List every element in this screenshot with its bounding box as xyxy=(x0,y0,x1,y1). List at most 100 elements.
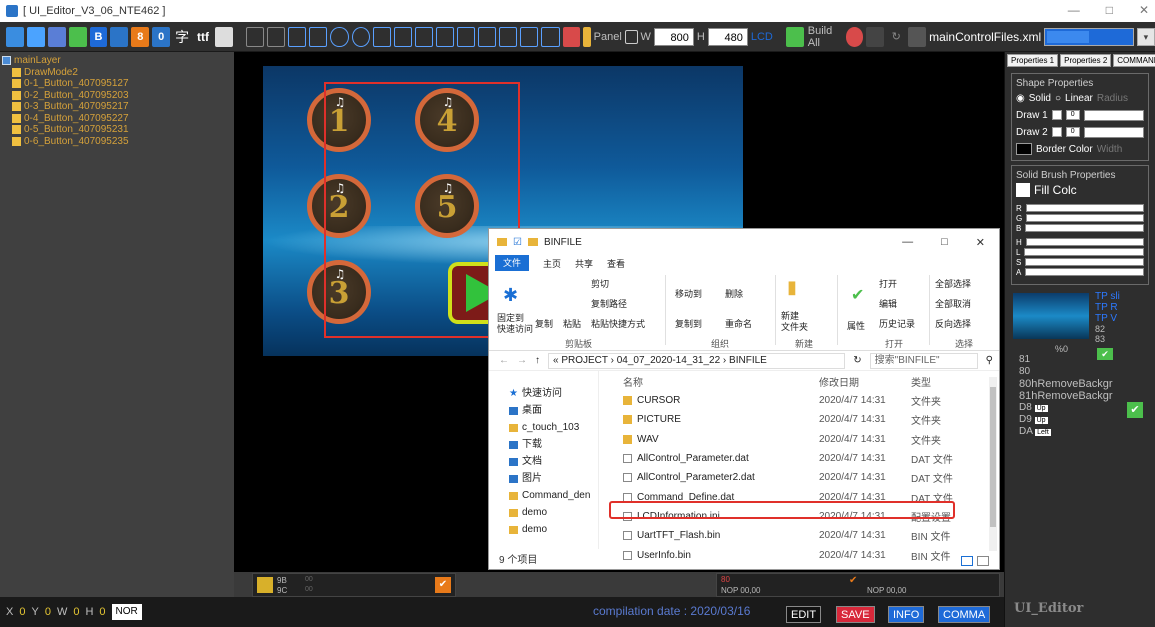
check-icon[interactable]: ☑ xyxy=(513,237,522,248)
nav-item[interactable]: 下载 xyxy=(489,436,598,453)
9a-icon[interactable] xyxy=(845,26,864,47)
d9-select[interactable]: Up xyxy=(1034,417,1048,424)
tab-share[interactable]: 共享 xyxy=(575,257,593,270)
copy-to-button[interactable]: 复制到 xyxy=(675,317,702,330)
ellipse-icon[interactable] xyxy=(351,26,370,47)
polygon-icon[interactable] xyxy=(499,26,518,47)
draw2-checkbox[interactable] xyxy=(1051,127,1062,137)
number8-icon[interactable]: 8 xyxy=(131,26,150,47)
nav-item[interactable]: c_touch_103 xyxy=(489,419,598,436)
new-folder-button[interactable]: 新建 文件夹 xyxy=(781,311,808,333)
open-icon[interactable] xyxy=(6,26,24,47)
tab-properties-1[interactable]: Properties 1 xyxy=(1007,54,1059,67)
file-row[interactable]: PICTURE 2020/4/7 14:31 文件夹 xyxy=(607,410,987,429)
background-thumbnail[interactable] xyxy=(1013,293,1089,339)
number0-icon[interactable]: 0 xyxy=(152,26,171,47)
animation-icon[interactable] xyxy=(110,26,129,47)
h-slider[interactable] xyxy=(1025,238,1144,246)
tree-item[interactable]: 0-2_Button_407095203 xyxy=(2,90,232,102)
qrcode-icon[interactable] xyxy=(214,26,233,47)
border-color-swatch[interactable] xyxy=(1016,143,1032,155)
tab-file[interactable]: 文件 xyxy=(495,255,530,271)
circle-icon[interactable] xyxy=(330,26,349,47)
tree-item[interactable]: 0-6_Button_407095235 xyxy=(2,136,232,148)
g-slider[interactable] xyxy=(1026,214,1144,222)
tab-view[interactable]: 查看 xyxy=(607,257,625,270)
nav-item[interactable]: demo xyxy=(489,504,598,521)
paste-button[interactable]: 粘贴 xyxy=(563,317,581,330)
nav-item[interactable]: 文档 xyxy=(489,453,598,470)
info-button[interactable]: INFO xyxy=(888,606,925,623)
select-none-button[interactable]: 全部取消 xyxy=(935,297,971,310)
height-input[interactable]: 480 xyxy=(707,27,748,46)
large-icons-view-icon[interactable] xyxy=(977,556,989,566)
tp-r-label[interactable]: TP R xyxy=(1095,302,1120,313)
hex-row-1[interactable]: 00 xyxy=(305,576,313,583)
file-select-dropdown[interactable]: ▾ xyxy=(1136,27,1155,46)
address-path[interactable]: « PROJECT › 04_07_2020-14_31_22 › BINFIL… xyxy=(548,352,846,369)
text-icon[interactable] xyxy=(47,26,66,47)
pin-icon[interactable] xyxy=(583,26,591,47)
column-name[interactable]: 名称 xyxy=(607,374,819,389)
ttf-icon[interactable]: ttf xyxy=(194,27,212,47)
forward-icon[interactable]: → xyxy=(517,355,527,366)
back-icon[interactable]: ← xyxy=(499,355,509,366)
tree-item[interactable]: 0-5_Button_407095231 xyxy=(2,124,232,136)
nav-item[interactable]: 图片 xyxy=(489,470,598,487)
blend-mode-select[interactable]: NOR xyxy=(111,604,142,620)
s-slider[interactable] xyxy=(1025,258,1144,266)
select-all-button[interactable]: 全部选择 xyxy=(935,277,971,290)
refresh-icon[interactable]: ↻ xyxy=(887,27,905,47)
explorer-close-button[interactable]: ✕ xyxy=(976,236,985,249)
download-icon[interactable] xyxy=(866,26,885,47)
check-icon[interactable]: ✔ xyxy=(849,575,857,586)
refresh-icon[interactable]: ↻ xyxy=(853,355,861,366)
pin-quick-access-button[interactable]: 固定到 快速访问 xyxy=(497,313,533,335)
bold-b-icon[interactable]: B xyxy=(89,26,108,47)
tree-item[interactable]: 0-4_Button_407095227 xyxy=(2,113,232,125)
invert-selection-button[interactable]: 反向选择 xyxy=(935,317,971,330)
edit-button[interactable]: 编辑 xyxy=(879,297,897,310)
build-all-button[interactable]: Build All xyxy=(786,25,843,49)
da-select[interactable]: Left xyxy=(1035,429,1051,436)
line-icon[interactable] xyxy=(435,26,455,47)
draw1-slider[interactable] xyxy=(1083,109,1144,121)
panel-icon[interactable] xyxy=(624,29,638,44)
file-row[interactable]: AllControl_Parameter2.dat 2020/4/7 14:31 D… xyxy=(607,468,987,487)
cut-button[interactable]: 剪切 xyxy=(591,277,609,290)
tree-item[interactable]: 0-3_Button_407095217 xyxy=(2,101,232,113)
r-slider[interactable] xyxy=(1025,204,1144,212)
details-view-icon[interactable] xyxy=(961,556,973,566)
delete-button[interactable]: 删除 xyxy=(725,287,743,300)
tree-item[interactable]: 0-1_Button_407095127 xyxy=(2,78,232,90)
tree-root-mainlayer[interactable]: mainLayer xyxy=(2,55,232,67)
nav-item[interactable]: Command_den xyxy=(489,487,598,504)
round-rect-icon[interactable] xyxy=(309,26,328,47)
search-input[interactable]: 搜索"BINFILE" xyxy=(869,352,978,369)
text-box-icon[interactable] xyxy=(372,26,391,47)
arc-icon[interactable] xyxy=(393,26,412,47)
up-icon[interactable]: ↑ xyxy=(535,355,540,366)
tab-properties-2[interactable]: Properties 2 xyxy=(1060,54,1112,67)
search-icon[interactable]: ⚲ xyxy=(986,355,999,366)
draw2-value[interactable]: 0 xyxy=(1065,127,1080,137)
confirm-check-icon[interactable]: ✔ xyxy=(435,577,451,593)
explorer-maximize-button[interactable]: □ xyxy=(941,236,948,249)
image-icon[interactable] xyxy=(68,26,87,47)
nav-quick-access[interactable]: ★ 快速访问 xyxy=(489,385,598,402)
comma-button[interactable]: COMMA xyxy=(938,606,991,623)
linear-radio[interactable]: ○ xyxy=(1055,93,1061,104)
file-row[interactable]: AllControl_Parameter.dat 2020/4/7 14:31 DA… xyxy=(607,449,987,468)
copy-path-button[interactable]: 复制路径 xyxy=(591,297,627,310)
bar-icon[interactable] xyxy=(414,26,433,47)
nav-item[interactable]: 桌面 xyxy=(489,402,598,419)
redo-icon[interactable] xyxy=(267,26,286,47)
rectangle-icon[interactable] xyxy=(288,26,307,47)
minimize-button[interactable]: — xyxy=(1068,3,1080,17)
vertical-scrollbar[interactable] xyxy=(989,377,997,551)
undo-icon[interactable] xyxy=(245,26,265,47)
close-button[interactable]: ✕ xyxy=(1139,3,1149,17)
draw1-value[interactable]: 0 xyxy=(1065,110,1080,120)
tree-item[interactable]: DrawMode2 xyxy=(2,67,232,79)
draw2-slider[interactable] xyxy=(1083,126,1144,138)
